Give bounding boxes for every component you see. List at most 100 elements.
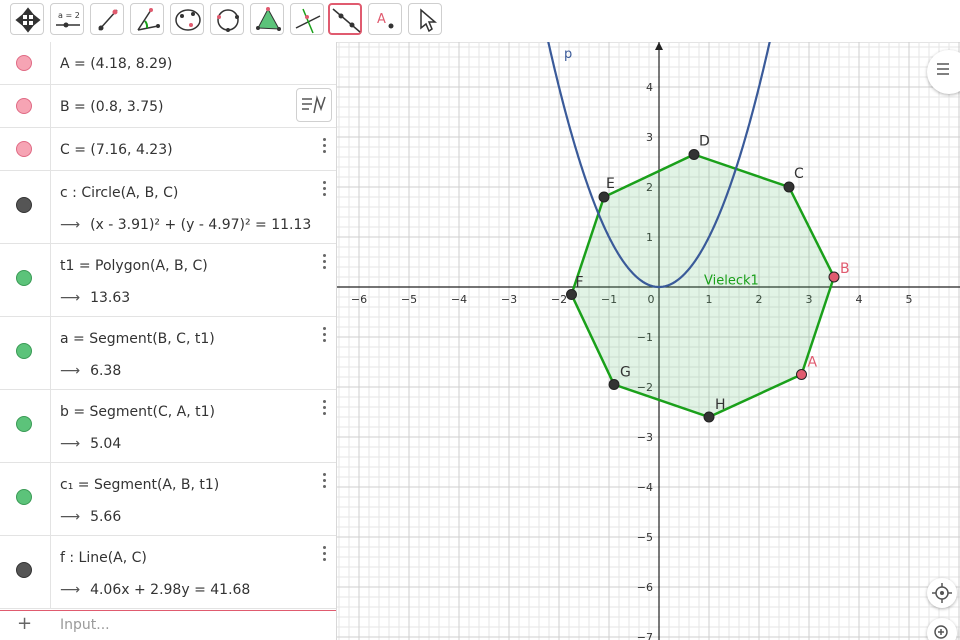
- graphics-style-button[interactable]: [927, 50, 960, 94]
- more-menu-icon[interactable]: [322, 254, 328, 272]
- x-tick-label: −4: [451, 293, 467, 306]
- more-menu-icon[interactable]: [322, 400, 328, 418]
- y-axis-arrow-icon: [655, 42, 663, 50]
- visibility-marble[interactable]: [16, 562, 32, 578]
- algebra-row[interactable]: t1 = Polygon(A, B, C) ⟶ 13.63: [0, 244, 336, 317]
- x-tick-label: −6: [351, 293, 367, 306]
- standard-view-button[interactable]: [927, 578, 957, 608]
- value-text: ⟶ (x - 3.91)² + (y - 4.97)² = 11.13: [60, 217, 311, 233]
- value-text: ⟶ 5.04: [60, 436, 121, 452]
- value-label: 4.06x + 2.98y = 41.68: [90, 582, 251, 598]
- graphics-canvas[interactable]: −6−5−4−3−2−10123454321−1−2−3−4−5−6−7pVie…: [337, 42, 960, 640]
- visibility-marble[interactable]: [16, 343, 32, 359]
- algebra-row[interactable]: C = (7.16, 4.23): [0, 128, 336, 171]
- visibility-marble[interactable]: [16, 416, 32, 432]
- algebra-row[interactable]: f : Line(A, C) ⟶ 4.06x + 2.98y = 41.68: [0, 536, 336, 609]
- definition-text[interactable]: c : Circle(A, B, C): [60, 185, 178, 201]
- value-text: ⟶ 4.06x + 2.98y = 41.68: [60, 582, 250, 598]
- circle-tool-button[interactable]: [210, 3, 244, 35]
- point-label: H: [715, 397, 726, 413]
- zoom-in-button[interactable]: [927, 618, 957, 640]
- marble-cell: [0, 171, 51, 243]
- x-tick-label: 5: [906, 293, 913, 306]
- arrow-icon: ⟶: [60, 582, 81, 598]
- more-menu-icon[interactable]: [322, 138, 328, 156]
- algebra-row[interactable]: B = (0.8, 3.75): [0, 85, 336, 128]
- point-F[interactable]: [566, 289, 577, 300]
- visibility-marble[interactable]: [16, 197, 32, 213]
- move-icon: [15, 7, 41, 33]
- point-label: F: [576, 275, 584, 291]
- more-menu-icon[interactable]: [322, 327, 328, 345]
- visibility-marble[interactable]: [16, 489, 32, 505]
- definition-text[interactable]: c₁ = Segment(A, B, t1): [60, 477, 219, 493]
- visibility-marble[interactable]: [16, 55, 32, 71]
- point-A[interactable]: [796, 369, 807, 380]
- toolbar: a = 2 A: [0, 0, 960, 43]
- x-tick-label: −2: [551, 293, 567, 306]
- x-tick-label: 4: [856, 293, 863, 306]
- y-tick-label: 4: [646, 81, 653, 94]
- definition-text[interactable]: a = Segment(B, C, t1): [60, 331, 215, 347]
- algebra-row[interactable]: a = Segment(B, C, t1) ⟶ 6.38: [0, 317, 336, 390]
- move-tool-button[interactable]: [10, 3, 44, 35]
- algebra-row[interactable]: c₁ = Segment(A, B, t1) ⟶ 5.66: [0, 463, 336, 536]
- y-tick-label: −4: [637, 481, 653, 494]
- point-label: C: [794, 166, 804, 182]
- text-icon: A: [377, 12, 394, 29]
- marble-cell: [0, 128, 51, 170]
- more-menu-icon[interactable]: [322, 181, 328, 199]
- segment-tool-button[interactable]: [90, 3, 124, 35]
- more-menu-icon[interactable]: [322, 546, 328, 564]
- point-label: E: [606, 176, 615, 192]
- y-tick-label: −7: [637, 631, 653, 640]
- point-H[interactable]: [703, 411, 715, 423]
- x-tick-label: −3: [501, 293, 517, 306]
- visibility-marble[interactable]: [16, 270, 32, 286]
- more-menu-icon[interactable]: [322, 473, 328, 491]
- point-label: G: [620, 365, 631, 381]
- plus-icon[interactable]: +: [17, 613, 32, 634]
- select-tool-button[interactable]: [408, 3, 442, 35]
- algebra-row[interactable]: A = (4.18, 8.29): [0, 42, 336, 85]
- polygon-tool-button[interactable]: [250, 3, 284, 35]
- input-bar[interactable]: + Input...: [0, 610, 336, 640]
- conic-tool-button[interactable]: [170, 3, 204, 35]
- angle-tool-button[interactable]: [130, 3, 164, 35]
- perpendicular-icon: [295, 8, 321, 34]
- line-tool-button[interactable]: [328, 3, 362, 35]
- marble-cell: [0, 390, 51, 462]
- definition-text[interactable]: C = (7.16, 4.23): [60, 142, 173, 158]
- text-tool-button[interactable]: A: [368, 3, 402, 35]
- point-B[interactable]: [828, 271, 840, 283]
- definition-text[interactable]: B = (0.8, 3.75): [60, 99, 164, 115]
- target-icon: [932, 583, 952, 603]
- point-C[interactable]: [783, 181, 795, 193]
- polygon-icon: [256, 7, 281, 31]
- polygon-label: Vieleck1: [704, 274, 759, 289]
- marble-cell: [0, 317, 51, 389]
- marble-cell: [0, 42, 51, 84]
- algebra-style-button[interactable]: [296, 88, 332, 122]
- algebra-row[interactable]: c : Circle(A, B, C) ⟶ (x - 3.91)² + (y - 4…: [0, 171, 336, 244]
- point-D[interactable]: [688, 149, 700, 160]
- cursor-icon: [420, 8, 438, 33]
- visibility-marble[interactable]: [16, 98, 32, 114]
- value-text: ⟶ 5.66: [60, 509, 121, 525]
- slider-tool-button[interactable]: a = 2: [50, 3, 84, 35]
- algebra-row[interactable]: b = Segment(C, A, t1) ⟶ 5.04: [0, 390, 336, 463]
- y-tick-label: −5: [637, 531, 653, 544]
- definition-text[interactable]: f : Line(A, C): [60, 550, 147, 566]
- octagon-polygon[interactable]: [570, 153, 836, 419]
- input-placeholder[interactable]: Input...: [60, 617, 110, 633]
- visibility-marble[interactable]: [16, 141, 32, 157]
- definition-text[interactable]: t1 = Polygon(A, B, C): [60, 258, 208, 274]
- perpendicular-tool-button[interactable]: [290, 3, 324, 35]
- definition-text[interactable]: b = Segment(C, A, t1): [60, 404, 215, 420]
- graphics-view[interactable]: −6−5−4−3−2−10123454321−1−2−3−4−5−6−7pVie…: [337, 42, 960, 640]
- definition-text[interactable]: A = (4.18, 8.29): [60, 56, 172, 72]
- point-E[interactable]: [598, 191, 610, 203]
- angle-icon: [137, 8, 160, 31]
- point-G[interactable]: [608, 379, 620, 390]
- svg-text:a = 2: a = 2: [58, 11, 80, 20]
